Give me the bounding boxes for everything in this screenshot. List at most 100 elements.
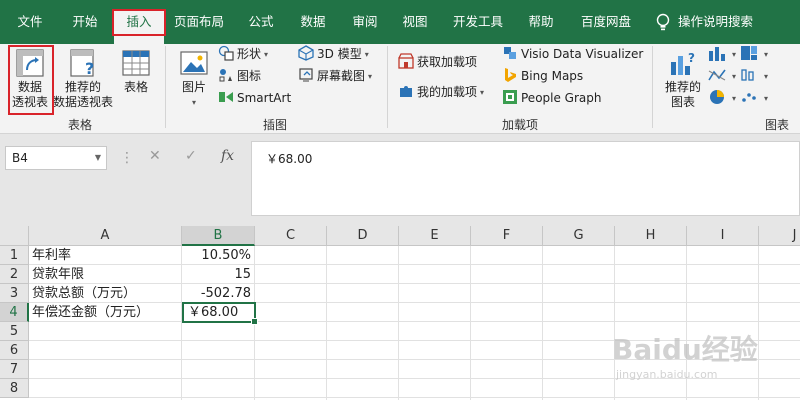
cell-a3[interactable]: 贷款总额（万元） — [29, 284, 182, 303]
puzzle-icon — [400, 86, 412, 97]
3d-model-button[interactable]: 3D 模型 ▾ — [298, 44, 369, 64]
visio-label: Visio Data Visualizer — [521, 47, 644, 61]
column-chart-icon — [709, 47, 725, 61]
recommended-charts-label: 推荐的 图表 — [664, 80, 701, 109]
visio-addin-button[interactable]: Visio Data Visualizer — [502, 44, 643, 64]
pictures-label: 图片 — [181, 80, 206, 94]
more-icon: ⋮ — [120, 150, 134, 166]
column-header-f[interactable]: F — [471, 226, 543, 246]
name-box[interactable]: B4 ▼ — [5, 146, 107, 170]
pictures-button[interactable]: 图片 ▾ — [176, 48, 212, 110]
get-addins-button[interactable]: 获取加载项 — [398, 52, 477, 72]
column-chart-button[interactable]: ▾ — [708, 44, 736, 64]
column-header-a[interactable]: A — [29, 226, 182, 246]
tab-help[interactable]: 帮助 — [518, 0, 564, 44]
cell-b3[interactable]: -502.78 — [182, 284, 255, 303]
cancel-formula-icon[interactable]: ✕ — [149, 148, 161, 164]
column-header-e[interactable]: E — [399, 226, 471, 246]
column-header-h[interactable]: H — [615, 226, 687, 246]
shapes-button[interactable]: 形状 ▾ — [218, 44, 268, 64]
cell-a2[interactable]: 贷款年限 — [29, 265, 182, 284]
group-label-addins: 加载项 — [501, 118, 538, 132]
active-cell-selection[interactable] — [182, 302, 258, 325]
group-separator — [387, 46, 388, 128]
chevron-down-icon: ▾ — [264, 50, 269, 59]
line-chart-icon — [708, 69, 726, 81]
chevron-down-icon: ▾ — [732, 50, 737, 59]
statistic-chart-button[interactable]: ▾ — [740, 66, 768, 86]
table-button[interactable]: 表格 — [116, 48, 156, 95]
cell-a4[interactable]: 年偿还金额（万元） — [29, 303, 182, 322]
hierarchy-chart-icon — [741, 46, 757, 60]
tell-me-search[interactable]: 操作说明搜索 — [678, 0, 788, 44]
insert-tab-highlight — [112, 9, 166, 36]
group-separator — [165, 46, 166, 128]
chevron-down-icon: ▾ — [368, 72, 373, 81]
tab-formulas[interactable]: 公式 — [236, 0, 286, 44]
row-header-7[interactable]: 7 — [0, 360, 29, 379]
picture-icon — [180, 51, 208, 75]
smartart-button[interactable]: SmartArt — [218, 88, 291, 108]
people-graph-button[interactable]: People Graph — [502, 88, 602, 108]
bing-maps-button[interactable]: Bing Maps — [502, 66, 583, 86]
row-header-3[interactable]: 3 — [0, 284, 29, 303]
column-header-j[interactable]: J — [759, 226, 800, 246]
tab-baidu-netdisk[interactable]: 百度网盘 — [572, 0, 640, 44]
my-addins-button[interactable]: 我的加载项 ▾ — [398, 82, 484, 102]
column-header-b[interactable]: B — [182, 226, 255, 246]
pivot-table-highlight — [8, 45, 54, 115]
recommended-charts-icon: ? — [671, 51, 695, 75]
statistic-chart-icon — [741, 69, 754, 81]
row-header-2[interactable]: 2 — [0, 265, 29, 284]
tab-home[interactable]: 开始 — [60, 0, 110, 44]
enter-formula-icon[interactable]: ✓ — [185, 148, 197, 164]
tab-view[interactable]: 视图 — [390, 0, 440, 44]
select-all-corner[interactable] — [0, 226, 29, 246]
scatter-chart-button[interactable]: ▾ — [740, 88, 768, 108]
tab-file[interactable]: 文件 — [6, 0, 54, 44]
cell-a1[interactable]: 年利率 — [29, 246, 182, 265]
baidu-jingyan-watermark: Baidu经验 jingyan.baidu.com — [612, 328, 792, 384]
chevron-down-icon[interactable]: ▼ — [95, 147, 101, 169]
cell-b2[interactable]: 15 — [182, 265, 255, 284]
recommended-pivot-button[interactable]: ? 推荐的 数据透视表 — [52, 48, 114, 110]
line-chart-button[interactable]: ▾ — [708, 66, 736, 86]
tab-developer[interactable]: 开发工具 — [444, 0, 512, 44]
store-icon — [398, 53, 414, 69]
group-label-illustrations: 插图 — [262, 118, 287, 132]
recommended-charts-button[interactable]: ? 推荐的 图表 — [660, 48, 706, 110]
column-header-i[interactable]: I — [687, 226, 759, 246]
insert-function-icon[interactable]: fx — [221, 148, 234, 164]
svg-text:?: ? — [688, 51, 695, 65]
tab-data[interactable]: 数据 — [288, 0, 338, 44]
pie-chart-button[interactable]: ▾ — [708, 88, 736, 108]
screenshot-button[interactable]: 屏幕截图 ▾ — [298, 66, 372, 86]
icons-button[interactable]: 图标 — [218, 66, 261, 86]
row-header-4[interactable]: 4 — [0, 303, 29, 322]
people-graph-icon — [503, 90, 517, 104]
chevron-down-icon: ▾ — [732, 72, 737, 81]
screenshot-label: 屏幕截图 — [317, 69, 366, 83]
column-header-g[interactable]: G — [543, 226, 615, 246]
chevron-down-icon: ▾ — [480, 88, 485, 97]
my-addins-label: 我的加载项 — [417, 85, 478, 99]
tab-review[interactable]: 审阅 — [340, 0, 390, 44]
shapes-icon — [218, 45, 234, 61]
hierarchy-chart-button[interactable]: ▾ — [740, 44, 768, 64]
lightbulb-icon — [656, 13, 670, 31]
chevron-down-icon: ▾ — [764, 94, 769, 103]
tab-page-layout[interactable]: 页面布局 — [168, 0, 230, 44]
pie-chart-icon — [710, 90, 724, 104]
row-header-5[interactable]: 5 — [0, 322, 29, 341]
column-header-c[interactable]: C — [255, 226, 327, 246]
formula-input[interactable]: ￥68.00 — [251, 141, 800, 216]
column-header-d[interactable]: D — [327, 226, 399, 246]
row-header-1[interactable]: 1 — [0, 246, 29, 265]
group-label-charts: 图表 — [764, 118, 789, 132]
row-header-8[interactable]: 8 — [0, 379, 29, 398]
smartart-label: SmartArt — [237, 91, 292, 105]
visio-icon — [504, 47, 516, 59]
row-header-6[interactable]: 6 — [0, 341, 29, 360]
cell-b1[interactable]: 10.50% — [182, 246, 255, 265]
ribbon: 数据 透视表 ? 推荐的 数据透视表 表格 表格 图片 ▾ 形状 ▾ 图标 Sm… — [0, 44, 800, 134]
